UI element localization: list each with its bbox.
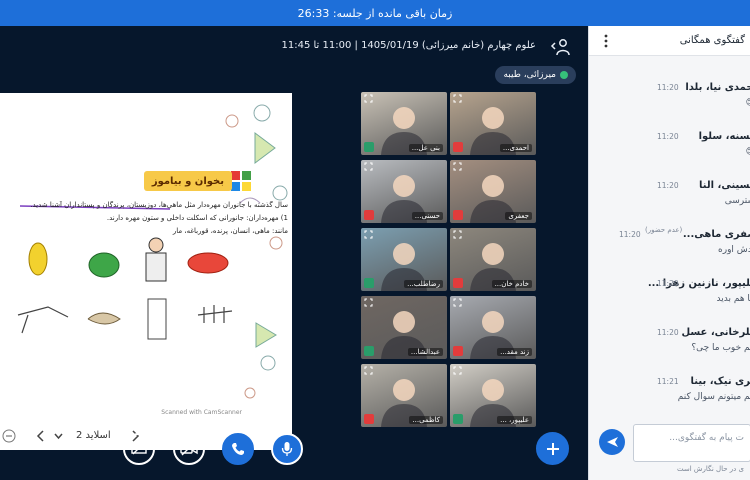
participant-name: رضاطلب... bbox=[404, 280, 443, 288]
microphone-muted-icon bbox=[453, 278, 463, 288]
slide-heading: بخوان و بیاموز bbox=[143, 171, 232, 191]
participant-name: عبدالشا... bbox=[407, 348, 443, 356]
send-icon bbox=[606, 437, 618, 447]
video-tile[interactable]: علیپور، ... bbox=[450, 364, 536, 427]
video-grid: بنی عل... احمدی... حسنی... جعفری رضاطلب... خا… bbox=[361, 92, 539, 450]
participant-name: زند مقد... bbox=[497, 348, 532, 356]
zoom-out-icon[interactable] bbox=[2, 429, 16, 443]
message-time: 11:20 bbox=[657, 83, 679, 92]
microphone-icon bbox=[364, 346, 374, 356]
message-time: 11:20 bbox=[657, 279, 679, 288]
microphone-icon bbox=[364, 142, 374, 152]
prev-slide-icon[interactable] bbox=[36, 430, 46, 442]
message-body: 😊 bbox=[746, 98, 750, 108]
message-sender: فری نیک، بینا bbox=[690, 376, 750, 387]
audio-phone-button[interactable] bbox=[222, 433, 254, 465]
message-time: 11:21 bbox=[657, 377, 679, 386]
session-title: علوم چهارم (خانم میرزائی) 1405/01/19 | 1… bbox=[281, 40, 536, 51]
microphone-icon bbox=[453, 414, 463, 424]
video-tile[interactable]: خادم خان... bbox=[450, 228, 536, 291]
absence-badge: (عدم حضور) bbox=[645, 226, 683, 234]
camera-toggle-button[interactable] bbox=[173, 433, 205, 465]
actions-add-button[interactable] bbox=[536, 432, 569, 465]
message-time: 11:20 bbox=[657, 132, 679, 141]
send-message-button[interactable] bbox=[599, 429, 625, 455]
slide-text-line-3: مانند: ماهی، انسان، پرنده، قورباغه، مار bbox=[172, 227, 288, 235]
chat-title: گفتگوی همگانی bbox=[679, 35, 745, 46]
participant-name: احمدی... bbox=[499, 144, 532, 152]
screen-share-toggle-button[interactable] bbox=[123, 433, 155, 465]
message-time: 11:20 bbox=[657, 328, 679, 337]
message-time: 11:20 bbox=[619, 230, 641, 239]
video-tile[interactable]: رضاطلب... bbox=[361, 228, 447, 291]
session-header: علوم چهارم (خانم میرزائی) 1405/01/19 | 1… bbox=[0, 26, 588, 68]
chat-options-kebab-icon[interactable] bbox=[603, 33, 609, 49]
microphone-muted-icon bbox=[453, 142, 463, 152]
video-tile[interactable]: بنی عل... bbox=[361, 92, 447, 155]
message-body: 😊 bbox=[746, 147, 750, 157]
message-body: انم خوب ما چی؟ bbox=[691, 343, 750, 353]
participant-name: خادم خان... bbox=[491, 280, 532, 288]
chat-header: گفتگوی همگانی bbox=[589, 26, 750, 56]
plus-icon bbox=[546, 442, 559, 455]
session-timer-bar: زمان باقی مانده از جلسه: 26:33 bbox=[0, 0, 750, 26]
users-icon[interactable] bbox=[550, 38, 570, 56]
message-body: سترسی bbox=[724, 196, 750, 206]
presenter-name: میرزائی، طیبه bbox=[503, 70, 556, 80]
message-sender: انلرخانی، عسل bbox=[681, 327, 750, 338]
main-area: علوم چهارم (خانم میرزائی) 1405/01/19 | 1… bbox=[0, 26, 588, 480]
message-body: ما هم بدید bbox=[716, 294, 750, 304]
message-body: بدش اوره bbox=[718, 245, 750, 255]
video-tile[interactable]: کاظمی... bbox=[361, 364, 447, 427]
slide-text-line-1: سال گذشته با جانوران مهره‌دار مثل ماهی‌ه… bbox=[30, 201, 288, 209]
message-sender: صفری ماهی... bbox=[682, 229, 750, 240]
microphone-muted-icon bbox=[364, 414, 374, 424]
video-tile[interactable]: زند مقد... bbox=[450, 296, 536, 359]
presentation-slide: بخوان و بیاموز سال گذشته با جانوران مهره… bbox=[0, 93, 292, 450]
phone-icon bbox=[232, 443, 244, 455]
microphone-icon bbox=[281, 442, 293, 456]
slide-doodles bbox=[17, 104, 288, 399]
message-sender: احمدی نیا، بلدا bbox=[685, 82, 750, 93]
participant-name: کاظمی... bbox=[409, 416, 443, 424]
microphone-muted-icon bbox=[364, 210, 374, 220]
message-body: انم میتونم سوال کنم bbox=[677, 392, 750, 402]
camera-off-icon bbox=[180, 442, 198, 456]
slide-watermark: Scanned with CamScanner bbox=[161, 409, 242, 416]
video-tile[interactable]: عبدالشا... bbox=[361, 296, 447, 359]
presenter-mic-icon bbox=[560, 71, 568, 79]
message-time: 11:20 bbox=[657, 181, 679, 190]
slide-text-line-2: 1) مهره‌داران: جانورانی که اسکلت داخلی و… bbox=[106, 214, 288, 222]
screen-share-off-icon bbox=[131, 442, 147, 455]
app-root: زمان باقی مانده از جلسه: 26:33 علوم چهار… bbox=[0, 0, 750, 480]
participant-name: علیپور، ... bbox=[497, 416, 532, 424]
microphone-muted-icon bbox=[453, 210, 463, 220]
message-sender: حسینی، النا bbox=[699, 180, 750, 191]
video-tile[interactable]: جعفری bbox=[450, 160, 536, 223]
microphone-muted-icon bbox=[453, 346, 463, 356]
microphone-toggle-button[interactable] bbox=[271, 433, 303, 465]
chat-message-input[interactable]: ت پیام به گفتگوی... bbox=[633, 424, 750, 462]
typing-indicator: ی در حال نگارش است bbox=[677, 465, 744, 473]
public-chat-panel: گفتگوی همگانی احمدی نیا، بلدا 11:20 😊 حسنه،… bbox=[588, 26, 750, 480]
slide-select-chevron-down-icon[interactable] bbox=[54, 433, 63, 440]
microphone-icon bbox=[364, 278, 374, 288]
participant-name: جعفری bbox=[505, 212, 532, 220]
slide-logo-icon bbox=[231, 171, 251, 191]
presenter-badge: میرزائی، طیبه bbox=[495, 66, 576, 84]
participant-name: حسنی... bbox=[411, 212, 443, 220]
session-timer-text: زمان باقی مانده از جلسه: 26:33 bbox=[297, 6, 453, 20]
video-tile[interactable]: احمدی... bbox=[450, 92, 536, 155]
video-tile[interactable]: حسنی... bbox=[361, 160, 447, 223]
slide-select[interactable]: اسلاید 2 bbox=[76, 430, 111, 441]
participant-name: بنی عل... bbox=[408, 144, 443, 152]
message-sender: حسنه، سلوا bbox=[698, 131, 750, 142]
